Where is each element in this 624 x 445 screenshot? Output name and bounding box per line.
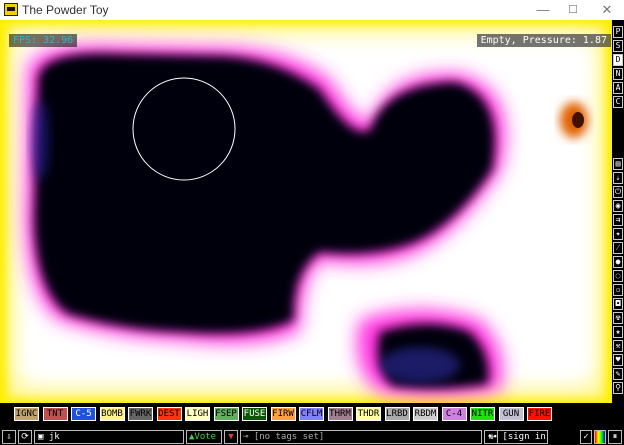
pause-category-button[interactable]: P (613, 26, 623, 38)
search-icon[interactable]: ⚲ (613, 382, 623, 394)
sensors-icon[interactable]: ◉ (613, 200, 623, 212)
reload-icon[interactable]: ⟳ (18, 430, 32, 444)
element-button-tnt[interactable]: TNT (42, 407, 68, 421)
window-titlebar: The Powder Toy — ☐ ✕ (0, 0, 624, 20)
bottom-bar: ⇩ ⟳ ▣ jk ▲Vote ▼ ⊸ [no tags set] ⇅ ⊶ [si… (0, 429, 624, 445)
display-category-button[interactable]: D (613, 54, 623, 66)
element-button-rbdm[interactable]: RBDM (413, 407, 438, 421)
maximize-button[interactable]: ☐ (558, 0, 588, 20)
clear-category-button[interactable]: C (613, 96, 623, 108)
force-icon[interactable]: ⇉ (613, 214, 623, 226)
element-button-gun[interactable]: GUN (498, 407, 524, 421)
special-icon[interactable]: ◘ (613, 298, 623, 310)
liquid-icon[interactable]: ● (613, 256, 623, 268)
sign-in-label: [sign in] (502, 432, 548, 442)
tool-icon[interactable]: ⚒ (613, 340, 623, 352)
element-button-nitr[interactable]: NITR (470, 407, 495, 421)
tags-field[interactable]: ⊸ [no tags set] (240, 430, 482, 444)
element-button-fwrk[interactable]: FWRK (128, 407, 153, 421)
fps-counter: FPS: 32.96 (9, 34, 78, 47)
minimize-button[interactable]: — (528, 0, 558, 20)
display-mode-icon[interactable]: ▤ (613, 158, 623, 170)
app-icon (4, 3, 18, 16)
power-icon[interactable]: ⏻ (613, 186, 623, 198)
element-button-c-5[interactable]: C-5 (71, 407, 96, 421)
element-button-fsep[interactable]: FSEP (213, 407, 239, 421)
close-button[interactable]: ✕ (592, 0, 622, 20)
life-icon[interactable]: ★ (613, 326, 623, 338)
tags-placeholder: [no tags set] (253, 432, 325, 442)
powder-icon[interactable]: ⁄ (613, 242, 623, 254)
gas-icon[interactable]: ◌ (613, 270, 623, 282)
element-button-ignc[interactable]: IGNC (14, 407, 39, 421)
nothing-category-button[interactable]: N (613, 68, 623, 80)
element-button-fuse[interactable]: FUSE (242, 407, 267, 421)
element-button-c-4[interactable]: C-4 (441, 407, 467, 421)
pause-icon[interactable]: ⏸ (608, 430, 622, 444)
tag-icon: ⊸ (243, 432, 254, 442)
save-category-button[interactable]: S (613, 40, 623, 52)
element-button-bomb[interactable]: BOMB (99, 407, 125, 421)
save-icon: ▣ (38, 432, 49, 442)
key-icon: ⊶ (488, 432, 503, 442)
element-button-thrm[interactable]: THRM (327, 407, 353, 421)
solid-icon[interactable]: ▫ (613, 284, 623, 296)
element-button-lrbd[interactable]: LRBD (384, 407, 410, 421)
sign-in-button[interactable]: ⊶ [sign in] (484, 430, 548, 444)
settings-icon[interactable]: ✓ (580, 430, 592, 444)
electronics-icon[interactable]: ⇣ (613, 172, 623, 184)
simulation-canvas[interactable]: FPS: 32.96 Empty, Pressure: 1.87 (0, 20, 612, 403)
vote-up-button[interactable]: ▲Vote (186, 430, 222, 444)
explosive-icon[interactable]: ✦ (613, 228, 623, 240)
save-name: jk (48, 432, 60, 442)
element-button-cflm[interactable]: CFLM (299, 407, 324, 421)
vote-label: Vote (194, 432, 217, 442)
element-button-dest[interactable]: DEST (156, 407, 182, 421)
element-button-fire[interactable]: FIRE (527, 407, 552, 421)
heat-display (0, 20, 612, 403)
air-category-button[interactable]: A (613, 82, 623, 94)
category-sidebar: P S D N A C ▤ ⇣ ⏻ ◉ ⇉ ✦ ⁄ ● ◌ ▫ ◘ ☢ ★ ⚒ … (612, 20, 624, 425)
element-bar: IGNC TNT C-5 BOMB FWRK DEST LIGH FSEP FUSE FIRW CF… (0, 403, 612, 425)
window-title: The Powder Toy (22, 3, 109, 17)
element-button-thdr[interactable]: THDR (356, 407, 381, 421)
vote-down-button[interactable]: ▼ (224, 430, 238, 444)
pressure-readout: Empty, Pressure: 1.87 (476, 34, 611, 47)
decoration-icon[interactable]: ✎ (613, 368, 623, 380)
element-button-firw[interactable]: FIRW (270, 407, 296, 421)
radioactive-icon[interactable]: ☢ (613, 312, 623, 324)
open-save-icon[interactable]: ⇩ (2, 430, 16, 444)
favorites-icon[interactable]: ♥ (613, 354, 623, 366)
render-options-icon[interactable] (594, 430, 606, 444)
element-button-ligh[interactable]: LIGH (185, 407, 210, 421)
save-name-button[interactable]: ▣ jk (34, 430, 184, 444)
